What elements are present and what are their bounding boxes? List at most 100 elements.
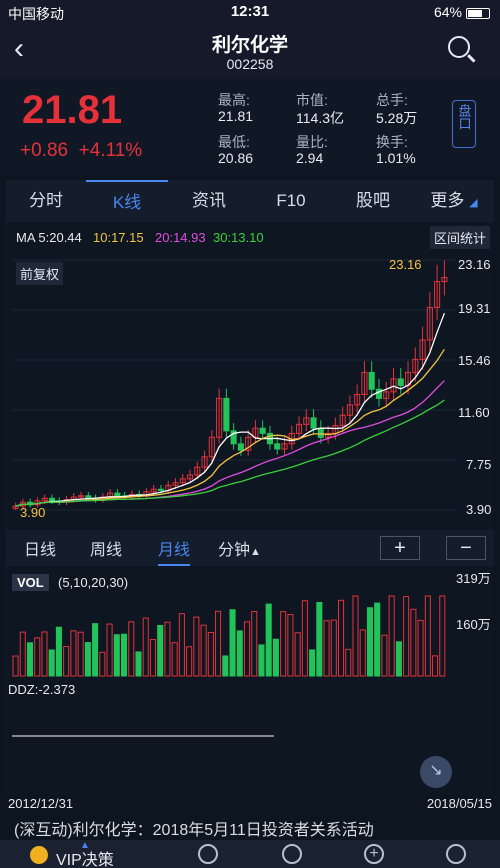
volume-bar [258, 644, 265, 677]
volume-bar [99, 651, 106, 677]
tab-f10[interactable]: F10 [250, 180, 332, 222]
stat-mktcap-value: 114.3亿 [296, 110, 344, 126]
volume-bar [178, 613, 185, 677]
price-tick: 11.60 [458, 405, 490, 420]
clock: 12:31 [230, 3, 270, 20]
expand-icon[interactable]: ▲ [80, 840, 90, 851]
order-book-button[interactable]: 盘口 [452, 100, 476, 148]
tab-intraday[interactable]: 分时 [6, 180, 86, 222]
nav-bar: ‹ 利尔化学 002258 [0, 24, 500, 78]
volume-bar [294, 632, 301, 677]
volume-bar [229, 609, 236, 677]
volume-bar [280, 611, 287, 677]
candle-body [310, 417, 317, 429]
zoom-in-button[interactable]: + [380, 536, 420, 560]
date-end: 2018/05/15 [426, 796, 492, 811]
volume-bar [287, 614, 294, 677]
refresh-icon[interactable] [198, 844, 218, 864]
ma10-line [15, 348, 445, 507]
period-minute[interactable]: 分钟▲ [218, 536, 261, 560]
volume-bar [236, 630, 243, 677]
volume-bar [338, 599, 345, 677]
volume-bar [374, 602, 381, 677]
volume-bar [417, 619, 424, 677]
news-ticker[interactable]: (深互动)利尔化学：2018年5月11日投资者关系活动 [0, 816, 500, 840]
ma30-line [15, 399, 445, 507]
volume-bar [395, 641, 402, 677]
volume-bar [200, 624, 207, 677]
period-month[interactable]: 月线 [158, 536, 191, 566]
volume-bar [128, 621, 135, 677]
tab-more[interactable]: 更多 ◢ [414, 180, 494, 222]
battery-icon [466, 7, 490, 19]
volume-bar [164, 621, 171, 677]
candle-body [237, 443, 244, 451]
period-day[interactable]: 日线 [24, 536, 56, 560]
more-icon[interactable] [446, 844, 466, 864]
range-stats-button[interactable]: 区间统计 [430, 226, 491, 249]
period-week[interactable]: 周线 [90, 536, 122, 560]
volume-bar [106, 623, 113, 677]
ma20-value: 20:14.93 [155, 230, 206, 245]
candle-body [157, 488, 165, 492]
volume-bar [26, 642, 34, 677]
tab-bar: 分时 K线 资讯 F10 股吧 更多 ◢ [6, 180, 494, 222]
vip-icon [30, 846, 48, 864]
candle-body [274, 443, 281, 450]
stock-name: 利尔化学 [211, 35, 288, 56]
add-watchlist-icon[interactable]: + [364, 844, 384, 864]
volume-bar [171, 642, 178, 677]
date-start: 2012/12/31 [8, 796, 74, 811]
candle-body [397, 378, 404, 386]
stat-low-value: 20.86 [218, 150, 254, 166]
stat-turnover-label: 换手: [376, 134, 408, 150]
volume-bar [34, 637, 41, 677]
candle-body [259, 427, 266, 434]
period-bar: 日线 周线 月线 分钟▲ + − [6, 530, 494, 566]
tab-news[interactable]: 资讯 [168, 180, 250, 222]
fullscreen-icon[interactable]: ↘ [420, 756, 452, 788]
ma30-value: 30:13.10 [213, 230, 264, 245]
stat-mktcap-label: 市值: [296, 92, 328, 108]
volume-bar [84, 642, 91, 677]
volume-bar [265, 603, 272, 677]
search-icon[interactable] [448, 36, 470, 58]
price-tick: 3.90 [466, 502, 492, 517]
zoom-out-button[interactable]: − [446, 536, 486, 560]
vol-max: 319万 [456, 571, 491, 586]
volume-bar [272, 638, 279, 677]
stat-volume-value: 5.28万 [376, 110, 418, 126]
volume-bar [149, 639, 156, 677]
volume-bar [330, 619, 337, 677]
high-mark: 23.16 [389, 257, 422, 272]
candle-body [368, 371, 375, 390]
volume-bar [432, 655, 439, 677]
tab-kline[interactable]: K线 [86, 180, 168, 222]
volume-bar [381, 634, 388, 677]
stat-high-value: 21.81 [218, 108, 254, 124]
tab-forum[interactable]: 股吧 [332, 180, 414, 222]
volume-bar [410, 608, 417, 677]
volume-bar [19, 631, 26, 677]
price-tick: 15.46 [458, 353, 491, 368]
ma5-value: MA 5:20.44 [16, 230, 82, 245]
volume-bar [424, 595, 431, 677]
volume-bar [207, 631, 214, 677]
volume-bar [215, 610, 222, 677]
volume-bar [77, 631, 84, 677]
current-price: 21.81 [22, 88, 123, 132]
chat-icon[interactable] [282, 844, 302, 864]
volume-bar [366, 607, 373, 677]
vol-mid: 160万 [456, 617, 491, 632]
vol-params: (5,10,20,30) [58, 575, 129, 590]
adjust-button[interactable]: 前复权 [16, 262, 64, 285]
stat-high-label: 最高: [218, 92, 250, 108]
ma10-value: 10:17.15 [93, 230, 144, 245]
candle-body [48, 497, 56, 502]
bottom-toolbar: VIP决策 ▲ + [0, 840, 500, 868]
volume-bar [323, 620, 330, 677]
ma20-line [15, 380, 445, 507]
volume-bar [388, 595, 395, 677]
stat-turnover-value: 1.01% [376, 150, 416, 166]
vol-label[interactable]: VOL [12, 574, 49, 591]
